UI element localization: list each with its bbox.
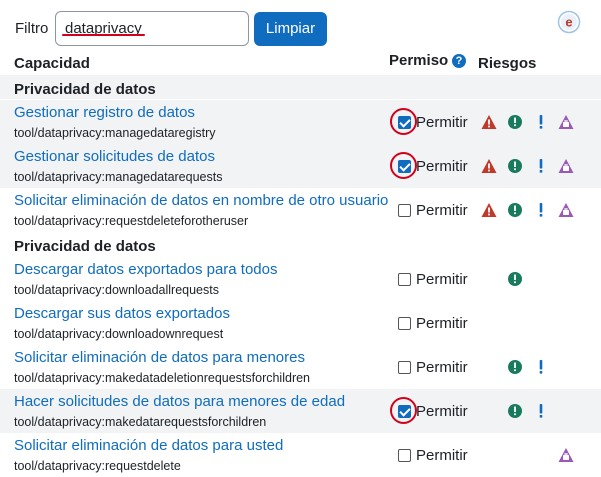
table-row: Descargar sus datos exportados tool/datap… (0, 301, 601, 345)
data-loss-risk-icon[interactable] (558, 158, 574, 174)
capability-id: tool/dataprivacy:downloadallrequests (14, 283, 219, 297)
table-row: Solicitar eliminación de datos en nombre… (0, 188, 601, 232)
capability-id: tool/dataprivacy:makedatadeletionrequest… (14, 371, 311, 385)
capability-link[interactable]: Solicitar eliminación de datos en nombre… (14, 192, 388, 209)
xss-risk-icon[interactable] (533, 114, 549, 130)
section-title: Privacidad de datos (14, 81, 156, 98)
config-risk-icon[interactable] (481, 114, 497, 130)
section-row: Privacidad de datos (0, 232, 601, 256)
permission-label: Permitir (416, 271, 468, 288)
capability-id: tool/dataprivacy:requestdeleteforotherus… (14, 214, 249, 228)
capability-link[interactable]: Gestionar solicitudes de datos (14, 148, 215, 165)
site-logo-icon: e (557, 10, 581, 34)
table-row: Hacer solicitudes de datos para menores … (0, 389, 601, 433)
clear-button[interactable]: Limpiar (254, 12, 327, 46)
section-title: Privacidad de datos (14, 238, 156, 255)
allow-checkbox[interactable] (398, 317, 411, 330)
config-risk-icon[interactable] (481, 158, 497, 174)
permission-label: Permitir (416, 158, 468, 175)
table-row: Solicitar eliminación de datos para meno… (0, 345, 601, 389)
capability-link[interactable]: Gestionar registro de datos (14, 104, 195, 121)
permission-label: Permitir (416, 447, 468, 464)
xss-risk-icon[interactable] (533, 359, 549, 375)
capability-link[interactable]: Solicitar eliminación de datos para uste… (14, 437, 283, 454)
header-capability: Capacidad (14, 55, 90, 72)
data-loss-risk-icon[interactable] (558, 114, 574, 130)
personal-data-risk-icon[interactable] (507, 359, 523, 375)
allow-checkbox[interactable] (398, 449, 411, 462)
data-loss-risk-icon[interactable] (558, 447, 574, 463)
capability-link[interactable]: Descargar sus datos exportados (14, 305, 230, 322)
allow-checkbox[interactable] (398, 273, 411, 286)
capability-id: tool/dataprivacy:managedataregistry (14, 126, 216, 140)
table-row: Gestionar registro de datos tool/datapriv… (0, 100, 601, 144)
header-permission: Permiso (389, 52, 449, 69)
section-row: Privacidad de datos (0, 75, 601, 99)
personal-data-risk-icon[interactable] (507, 271, 523, 287)
table-row: Gestionar solicitudes de datos tool/datap… (0, 144, 601, 188)
capability-id: tool/dataprivacy:downloadownrequest (14, 327, 224, 341)
permission-label: Permitir (416, 315, 468, 332)
highlight-ring-annotation (390, 397, 417, 424)
capability-link[interactable]: Descargar datos exportados para todos (14, 261, 278, 278)
data-loss-risk-icon[interactable] (558, 202, 574, 218)
filter-bar: Filtro Limpiar e (0, 0, 601, 54)
personal-data-risk-icon[interactable] (507, 114, 523, 130)
permission-label: Permitir (416, 359, 468, 376)
xss-risk-icon[interactable] (533, 158, 549, 174)
allow-checkbox[interactable] (398, 361, 411, 374)
capability-link[interactable]: Solicitar eliminación de datos para meno… (14, 349, 305, 366)
capability-id: tool/dataprivacy:requestdelete (14, 459, 181, 473)
permission-label: Permitir (416, 114, 468, 131)
filter-input[interactable] (55, 11, 249, 46)
personal-data-risk-icon[interactable] (507, 202, 523, 218)
xss-risk-icon[interactable] (533, 202, 549, 218)
permission-label: Permitir (416, 202, 468, 219)
config-risk-icon[interactable] (481, 202, 497, 218)
filter-label: Filtro (15, 20, 49, 37)
permission-label: Permitir (416, 403, 468, 420)
help-icon[interactable]: ? (452, 54, 466, 68)
personal-data-risk-icon[interactable] (507, 158, 523, 174)
table-header: Capacidad Permiso ? Riesgos (0, 50, 601, 74)
highlight-ring-annotation (390, 108, 417, 135)
filter-underline-annotation (62, 34, 145, 36)
xss-risk-icon[interactable] (533, 403, 549, 419)
personal-data-risk-icon[interactable] (507, 403, 523, 419)
capability-link[interactable]: Hacer solicitudes de datos para menores … (14, 393, 345, 410)
capability-id: tool/dataprivacy:makedatarequestsforchil… (14, 415, 267, 429)
table-row: Descargar datos exportados para todos too… (0, 257, 601, 301)
svg-text:e: e (565, 15, 572, 30)
table-row: Solicitar eliminación de datos para uste… (0, 433, 601, 477)
highlight-ring-annotation (390, 152, 417, 179)
header-risks: Riesgos (478, 55, 537, 72)
allow-checkbox[interactable] (398, 204, 411, 217)
capability-id: tool/dataprivacy:managedatarequests (14, 170, 223, 184)
